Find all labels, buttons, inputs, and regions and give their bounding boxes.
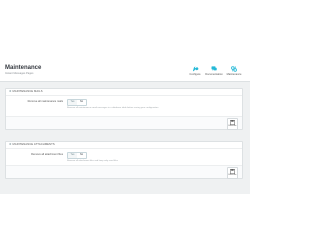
configure-button[interactable]: Configure xyxy=(185,66,205,78)
wrench-icon xyxy=(193,66,199,72)
gear-icon: ⚙ xyxy=(9,143,12,146)
page-title: Maintenance xyxy=(5,65,42,71)
remove-mails-label: Remove all maintenance mails xyxy=(27,100,63,103)
admin-page: Maintenance Instant Messages Pages Confi… xyxy=(0,56,250,194)
settings-icon xyxy=(231,66,237,72)
gear-icon: ⚙ xyxy=(9,90,12,93)
panel-heading: ⚙Maintenance Attachments xyxy=(6,142,242,149)
remove-mails-help: Remove all maintenance email messages in… xyxy=(67,107,159,109)
remove-attachments-toggle[interactable]: Yes No xyxy=(67,152,87,159)
remove-mails-toggle[interactable]: Yes No xyxy=(67,99,87,106)
panel-heading: ⚙Maintenance Mails xyxy=(6,89,242,96)
page-header: Maintenance Instant Messages Pages Confi… xyxy=(0,56,250,82)
maintenance-mails-panel: ⚙Maintenance Mails Remove all maintenanc… xyxy=(5,88,243,130)
execute-mails-button[interactable]: Execute xyxy=(227,118,238,130)
toggle-yes[interactable]: Yes xyxy=(68,100,77,105)
chat-icon xyxy=(211,66,217,71)
documentation-button[interactable]: Documentation xyxy=(204,66,224,78)
execute-attachments-button[interactable]: Execute xyxy=(227,167,238,179)
toggle-no[interactable]: No xyxy=(77,100,86,105)
toggle-yes[interactable]: Yes xyxy=(68,153,77,158)
page-subtitle: Instant Messages Pages xyxy=(5,72,34,75)
remove-attachments-label: Remove all attachment files xyxy=(31,153,63,156)
maintenance-button[interactable]: Maintenance xyxy=(224,66,244,78)
panel-footer: Execute xyxy=(6,165,242,179)
maintenance-attachments-panel: ⚙Maintenance Attachments Remove all atta… xyxy=(5,141,243,179)
remove-attachments-help: Remove all attachment files and keep onl… xyxy=(67,160,118,162)
toggle-no[interactable]: No xyxy=(77,153,86,158)
panel-footer: Execute xyxy=(6,116,242,130)
